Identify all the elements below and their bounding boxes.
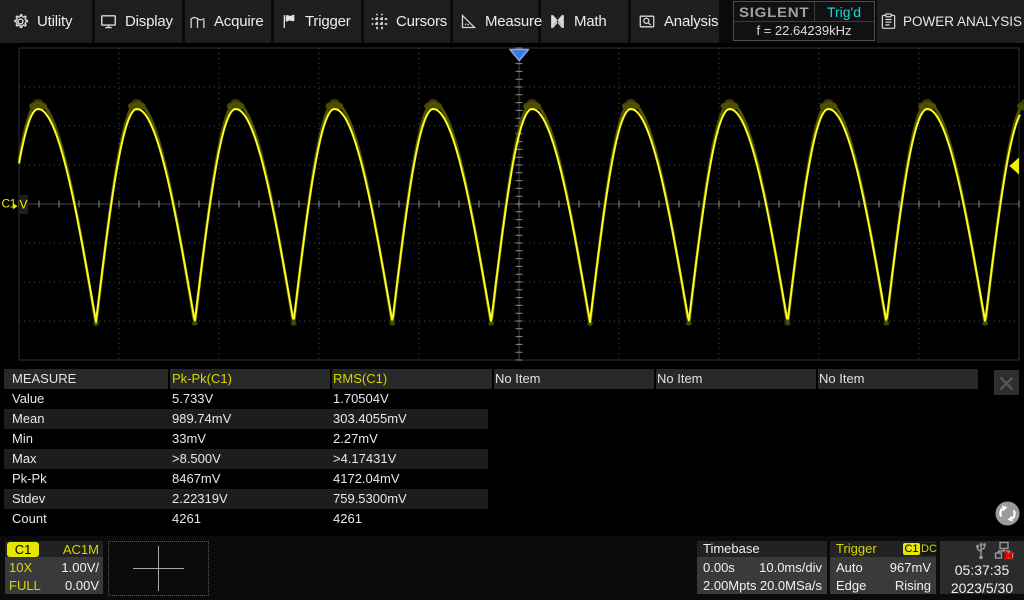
svg-text:V: V — [20, 198, 28, 212]
